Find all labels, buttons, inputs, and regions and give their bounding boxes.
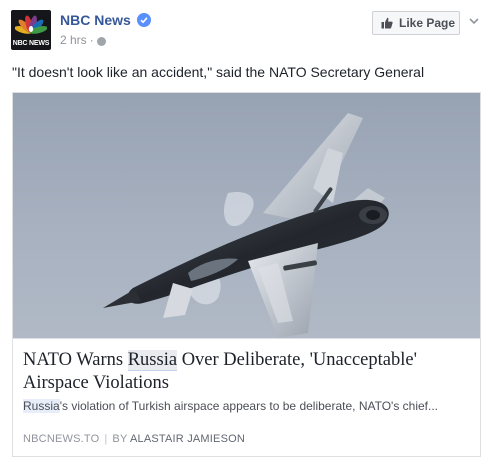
logo-text: NBC NEWS bbox=[12, 40, 50, 47]
nbc-news-logo[interactable]: NBC NEWS bbox=[11, 10, 51, 50]
source-domain[interactable]: NBCNEWS.TO bbox=[23, 433, 99, 445]
post-timestamp[interactable]: 2 hrs bbox=[60, 33, 87, 47]
by-label: BY bbox=[112, 433, 128, 445]
link-preview-body: NATO Warns Russia Over Deliberate, 'Unac… bbox=[13, 338, 480, 456]
fighter-jet-image bbox=[103, 113, 389, 338]
meta-separator: · bbox=[89, 33, 94, 47]
globe-icon[interactable] bbox=[96, 36, 106, 46]
article-source: NBCNEWS.TO | BY ALASTAIR JAMIESON bbox=[23, 433, 245, 445]
chevron-down-icon[interactable] bbox=[467, 14, 481, 28]
article-description: Russia's violation of Turkish airspace a… bbox=[23, 399, 473, 413]
link-preview-image[interactable] bbox=[13, 93, 480, 338]
description-text: 's violation of Turkish airspace appears… bbox=[59, 399, 439, 413]
description-highlight[interactable]: Russia bbox=[23, 399, 60, 413]
thumbs-up-icon bbox=[381, 17, 393, 29]
page-name-link[interactable]: NBC News bbox=[60, 12, 131, 28]
link-preview-card[interactable]: NATO Warns Russia Over Deliberate, 'Unac… bbox=[12, 92, 481, 457]
post-meta: 2 hrs · bbox=[60, 33, 106, 47]
peacock-icon bbox=[15, 15, 47, 34]
headline-highlight[interactable]: Russia bbox=[127, 350, 178, 371]
facebook-post: NBC NEWS NBC News 2 hrs · Like Page "It … bbox=[0, 0, 491, 466]
headline-part: NATO Warns bbox=[23, 350, 128, 370]
verified-badge-icon bbox=[137, 13, 151, 27]
author-name[interactable]: ALASTAIR JAMIESON bbox=[130, 433, 245, 445]
article-headline[interactable]: NATO Warns Russia Over Deliberate, 'Unac… bbox=[23, 349, 473, 395]
source-divider: | bbox=[104, 433, 108, 445]
like-page-button[interactable]: Like Page bbox=[372, 11, 460, 35]
post-text: "It doesn't look like an accident," said… bbox=[12, 64, 425, 80]
like-page-label: Like Page bbox=[399, 16, 456, 30]
